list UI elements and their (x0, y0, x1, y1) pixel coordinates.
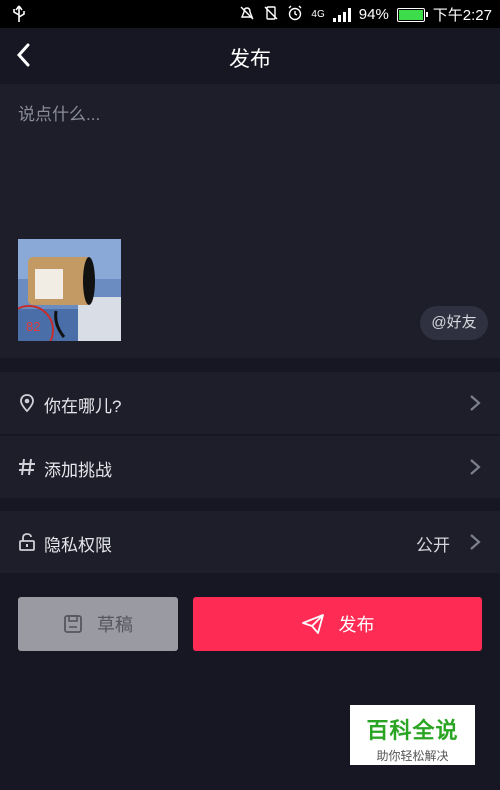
caption-input[interactable]: 说点什么... (18, 100, 100, 125)
vibrate-off-icon (263, 5, 279, 25)
challenge-label: 添加挑战 (44, 461, 112, 480)
compose-area: 说点什么... 82 @好友 (0, 84, 500, 358)
chevron-right-icon (470, 459, 481, 475)
alarm-icon (287, 5, 303, 25)
location-pin-icon (20, 394, 34, 413)
watermark-title: 百科全说 (366, 718, 459, 743)
challenge-row[interactable]: 添加挑战 (0, 436, 500, 498)
publish-label: 发布 (338, 615, 375, 635)
signal-icon (332, 7, 351, 22)
save-draft-icon (64, 615, 82, 633)
battery-icon (396, 7, 428, 22)
location-label: 你在哪儿? (44, 397, 122, 416)
chevron-right-icon (470, 534, 481, 550)
watermark-subtitle: 助你轻松解决 (376, 749, 449, 763)
page-title: 发布 (229, 48, 271, 71)
nav-bar: 发布 (0, 28, 500, 84)
hashtag-icon (19, 458, 35, 476)
privacy-label: 隐私权限 (44, 536, 112, 555)
save-draft-button[interactable]: 草稿 (18, 597, 178, 651)
status-bar: 4G 94% 下午2:27 (0, 0, 500, 28)
unlock-icon (19, 533, 35, 551)
publish-button[interactable]: 发布 (193, 597, 482, 651)
mute-icon (239, 5, 255, 25)
video-thumbnail[interactable]: 82 (18, 239, 121, 341)
privacy-row[interactable]: 隐私权限 公开 (0, 511, 500, 573)
location-row[interactable]: 你在哪儿? (0, 372, 500, 434)
send-icon (301, 614, 324, 634)
clock: 下午2:27 (432, 7, 492, 24)
battery-percent: 94% (358, 6, 389, 23)
usb-icon (12, 5, 26, 28)
network-type: 4G (311, 9, 325, 20)
watermark: 百科全说 助你轻松解决 (350, 705, 475, 765)
chevron-right-icon (470, 395, 481, 411)
privacy-value: 公开 (416, 536, 450, 555)
mention-friends-button[interactable]: @好友 (420, 306, 488, 340)
draft-label: 草稿 (97, 615, 133, 635)
